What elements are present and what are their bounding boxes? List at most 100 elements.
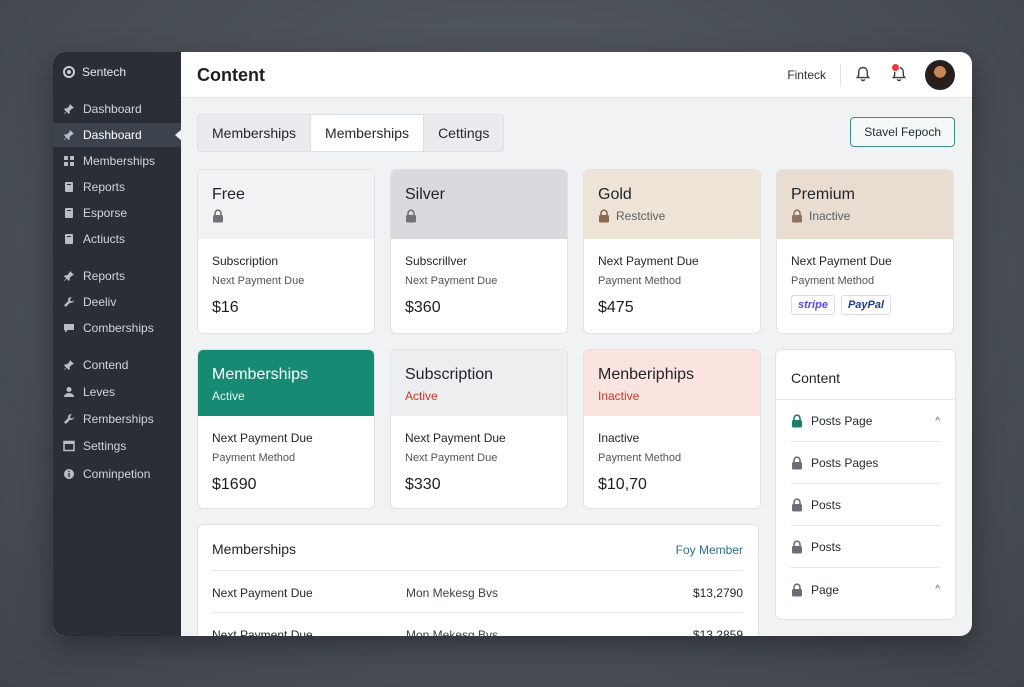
card-header: Premium Inactive xyxy=(777,170,953,239)
sidebar-item-1[interactable]: Dashboard xyxy=(53,123,182,147)
sidebar-item-label: Cominpetion xyxy=(83,467,151,481)
memberships-table: Memberships Foy Member Next Payment Due M… xyxy=(197,524,759,636)
card-line-2: Next Payment Due xyxy=(405,452,498,464)
membership-card[interactable]: Memberships Active Next Payment Due Payment… xyxy=(197,349,375,509)
lock-icon xyxy=(791,540,803,554)
chevron-up-icon[interactable]: ^ xyxy=(935,416,940,427)
card-status: Active xyxy=(212,389,360,403)
membership-card[interactable]: Premium Inactive Next Payment Due Payment M… xyxy=(776,169,954,334)
sidebar-item-13[interactable]: Cominpetion xyxy=(53,462,181,486)
pin-icon xyxy=(63,103,75,115)
card-body: Next Payment Due Next Payment Due $330 xyxy=(391,416,567,494)
tab-2[interactable]: Cettings xyxy=(424,115,503,151)
lock-icon xyxy=(791,414,803,428)
content-item-label: Posts xyxy=(811,498,842,512)
sidebar: Sentech Dashboard Dashboard Memberships Rep… xyxy=(53,52,182,636)
avatar[interactable] xyxy=(925,60,955,90)
card-status: Restctive xyxy=(598,209,746,223)
tab-1[interactable]: Memberships xyxy=(311,115,425,151)
card-title: Gold xyxy=(598,186,632,203)
content-panel-title: Content xyxy=(791,370,841,386)
card-header: Memberships Active xyxy=(198,350,374,416)
wrench-icon xyxy=(63,413,75,425)
table-row[interactable]: Next Payment Due Mon Mekesg Bvs $13,2790 xyxy=(212,570,743,612)
card-header: Gold Restctive xyxy=(584,170,760,239)
membership-card[interactable]: Menberiphips Inactive Inactive Payment Meth… xyxy=(583,349,761,509)
membership-card[interactable]: Subscription Active Next Payment Due Next P… xyxy=(390,349,568,509)
membership-card[interactable]: Gold Restctive Next Payment Due Payment Met… xyxy=(583,169,761,334)
save-report-button[interactable]: Stavel Fepoch xyxy=(850,117,955,147)
card-status-text: Inactive xyxy=(809,209,851,223)
page-title: Content xyxy=(197,65,265,85)
card-body: Subscription Next Payment Due $16 xyxy=(198,239,374,317)
content-item[interactable]: Posts xyxy=(791,485,940,526)
card-body: Next Payment Due Payment Method stripe PayP… xyxy=(777,239,953,315)
sidebar-item-9[interactable]: Contend xyxy=(53,353,181,377)
content-item[interactable]: Posts xyxy=(791,527,940,568)
card-title: Subscription xyxy=(405,366,494,383)
card-title: Memberships xyxy=(212,366,309,383)
sidebar-item-11[interactable]: Remberships xyxy=(53,407,181,431)
content-item[interactable]: Posts Pages xyxy=(791,443,940,484)
membership-card[interactable]: Silver Subscrillver Next Payment Due $360 xyxy=(390,169,568,334)
row-label: Next Payment Due xyxy=(212,628,313,636)
sidebar-item-8[interactable]: Comberships xyxy=(53,316,181,340)
membership-card[interactable]: Free Subscription Next Payment Due $16 xyxy=(197,169,375,334)
sidebar-item-label: Settings xyxy=(83,439,127,453)
lock-icon xyxy=(598,209,610,223)
row-amount: $13,2790 xyxy=(692,586,743,600)
card-line-2: Payment Method xyxy=(598,275,682,287)
content-item[interactable]: Posts Page ^ xyxy=(791,401,940,442)
sidebar-item-label: Deeliv xyxy=(83,295,117,309)
card-status xyxy=(405,209,553,223)
card-line-2: Payment Method xyxy=(212,452,296,464)
card-line-1: Subscription xyxy=(212,254,279,268)
card-line-1: Subscrillver xyxy=(405,254,468,268)
header-divider xyxy=(840,64,841,86)
paypal-logo: PayPal xyxy=(840,295,892,315)
sidebar-item-4[interactable]: Esporse xyxy=(53,201,181,225)
card-amount: $10,70 xyxy=(598,476,647,493)
bell-icon[interactable] xyxy=(854,65,872,83)
sidebar-item-label: Remberships xyxy=(83,412,154,426)
card-line-1: Next Payment Due xyxy=(791,254,892,268)
sidebar-item-label: Memberships xyxy=(83,154,156,168)
card-status: Inactive xyxy=(598,389,746,403)
pin-icon xyxy=(63,270,75,282)
table-row[interactable]: Next Payment Due Mon Mekesg Bvs $13,2859 xyxy=(212,612,743,636)
card-line-2: Payment Method xyxy=(598,452,682,464)
card-status: Inactive xyxy=(791,209,939,223)
sidebar-item-2[interactable]: Memberships xyxy=(53,149,181,173)
content-item-label: Posts xyxy=(811,540,842,554)
top-bar: Content Finteck xyxy=(181,52,972,98)
content-panel: Content Posts Page ^ Posts Pages Posts Posts… xyxy=(775,349,956,620)
chevron-up-icon[interactable]: ^ xyxy=(935,584,940,595)
sidebar-item-6[interactable]: Reports xyxy=(53,264,181,288)
table-link[interactable]: Foy Member xyxy=(676,543,743,557)
sidebar-item-12[interactable]: Settings xyxy=(53,434,181,458)
card-title: Premium xyxy=(791,186,856,203)
card-line-2: Payment Method xyxy=(791,275,875,287)
row-amount: $13,2859 xyxy=(692,628,743,636)
card-amount: $16 xyxy=(212,299,239,316)
sidebar-item-3[interactable]: Reports xyxy=(53,175,181,199)
card-amount: $475 xyxy=(598,299,634,316)
org-name[interactable]: Finteck xyxy=(787,68,826,82)
sidebar-item-7[interactable]: Deeliv xyxy=(53,290,181,314)
card-line-1: Inactive xyxy=(598,431,640,445)
sidebar-item-5[interactable]: Actiucts xyxy=(53,227,181,251)
card-header: Menberiphips Inactive xyxy=(584,350,760,416)
tab-0[interactable]: Memberships xyxy=(198,115,312,151)
sidebar-item-label: Dashboard xyxy=(83,102,142,116)
card-line-2: Next Payment Due xyxy=(405,275,498,287)
card-body: Next Payment Due Payment Method $475 xyxy=(584,239,760,317)
card-status-text: Restctive xyxy=(616,209,666,223)
content-item-label: Page xyxy=(811,582,840,597)
content-item[interactable]: Page ^ xyxy=(791,569,940,610)
main-content: Content Finteck Memberships Memberships Ce… xyxy=(181,52,972,636)
brand[interactable]: Sentech xyxy=(63,65,126,79)
sidebar-item-10[interactable]: Leves xyxy=(53,380,181,404)
sidebar-item-label: Dashboard xyxy=(83,128,142,142)
sidebar-item-0[interactable]: Dashboard xyxy=(53,97,181,121)
sidebar-item-label: Actiucts xyxy=(83,232,126,246)
